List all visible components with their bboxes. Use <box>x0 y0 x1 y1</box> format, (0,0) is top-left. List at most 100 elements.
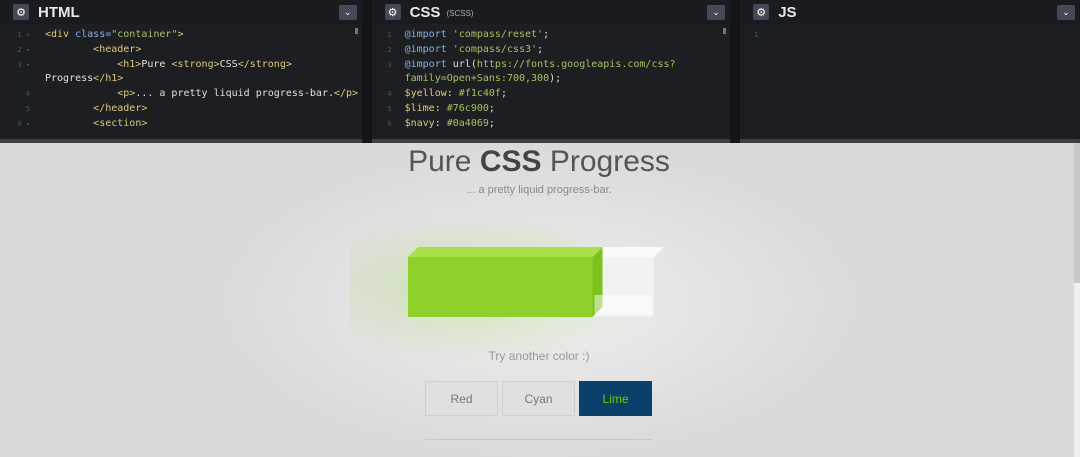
code-text: <div class="container"> <box>45 28 184 43</box>
code-text: Progress</h1> <box>45 72 123 87</box>
code-token: </h1> <box>93 73 124 85</box>
code-text: @import url(https://fonts.googleapis.com… <box>405 58 676 73</box>
color-buttons: Red Cyan Lime <box>425 381 656 416</box>
line-number: 1 <box>753 31 759 39</box>
gear-icon[interactable]: ⚙ <box>13 4 29 20</box>
code-text: <section> <box>45 117 147 132</box>
line-number: 4 <box>25 90 30 99</box>
code-line[interactable]: 6 $navy: #0a4069; <box>372 117 731 132</box>
code-token: @import <box>404 29 453 40</box>
title-light: Pure <box>408 145 480 178</box>
code-text: $lime: #76c900; <box>405 102 495 117</box>
code-token: 'compass/reset' <box>452 29 544 40</box>
code-text: <header> <box>45 43 141 58</box>
line-number: 3 ▾ <box>17 60 30 69</box>
preview-area: Pure CSS Progress ... a pretty liquid pr… <box>0 143 1080 457</box>
js-code[interactable]: 1 <box>740 28 1080 139</box>
code-token: <p> <box>117 88 136 100</box>
code-line[interactable]: 2 ▾ <header> <box>0 43 362 58</box>
code-token: "container" <box>111 29 178 40</box>
code-line[interactable]: 3 @import url(https://fonts.googleapis.co… <box>372 58 731 73</box>
code-token: </header> <box>93 102 148 114</box>
line-number: 1 ▾ <box>17 31 30 39</box>
code-token: 'compass/css3' <box>452 43 538 55</box>
html-scrollbar[interactable] <box>354 28 358 34</box>
code-line[interactable]: 6 ▾ <section> <box>0 117 362 132</box>
progress-fill-top <box>408 247 603 257</box>
html-pane-header: ⚙ HTML <box>0 0 362 24</box>
code-token: @import <box>404 58 453 70</box>
progress-fill-front <box>408 257 593 317</box>
progress-empty-highlight <box>594 295 652 315</box>
code-token: <section> <box>93 117 148 129</box>
code-line[interactable]: 4 $yellow: #f1c40f; <box>372 87 731 102</box>
code-line[interactable]: Progress</h1> <box>0 72 362 87</box>
code-line[interactable]: 1 ▾ <div class="container"> <box>0 28 362 43</box>
code-token: $yellow <box>404 88 447 100</box>
css-pane-subtitle: (SCSS) <box>446 8 474 18</box>
code-token: url( <box>452 58 477 70</box>
chevron-down-icon[interactable]: ⌄ <box>338 5 357 20</box>
code-line[interactable]: 1 <box>740 28 1080 43</box>
code-text: $navy: #0a4069; <box>405 117 495 132</box>
chevron-down-icon[interactable]: ⌄ <box>707 5 726 20</box>
line-number: 5 <box>25 104 30 113</box>
code-token: ; <box>500 88 507 100</box>
title-light-end: Progress <box>541 145 670 178</box>
code-text: family=Open+Sans:700,300); <box>405 72 562 87</box>
css-scrollbar[interactable] <box>723 28 727 34</box>
color-button-red[interactable]: Red <box>425 381 498 416</box>
code-line[interactable]: 5 $lime: #76c900; <box>372 102 731 117</box>
js-pane-title: JS <box>778 3 797 21</box>
code-token: #0a4069 <box>446 117 489 129</box>
html-editor-pane[interactable]: ⚙ HTML ⌄ 1 ▾ <div class="container"> 2 ▾ <… <box>0 0 362 143</box>
code-token: $navy <box>404 117 435 129</box>
code-line[interactable]: 4 <p>... a pretty liquid progress-bar.</… <box>0 87 362 102</box>
code-token: ... a pretty liquid progress-bar. <box>135 88 334 100</box>
gear-icon[interactable]: ⚙ <box>753 4 770 20</box>
html-pane-title: HTML <box>38 3 80 21</box>
code-token: <strong> <box>171 58 220 70</box>
code-token: <header> <box>93 43 142 55</box>
code-line[interactable]: 5 </header> <box>0 102 362 117</box>
css-code[interactable]: 1 @import 'compass/reset'; 2 @import 'compa… <box>372 28 731 139</box>
title-bold: CSS <box>479 145 542 178</box>
code-token: family=Open+Sans:700,300 <box>404 73 550 85</box>
code-text: @import 'compass/reset'; <box>405 28 550 43</box>
code-line[interactable]: 1 @import 'compass/reset'; <box>372 28 731 43</box>
page-title: Pure CSS Progress <box>0 145 1078 179</box>
line-number: 1 <box>387 31 392 39</box>
code-line[interactable]: 2 @import 'compass/css3'; <box>372 43 731 58</box>
line-number: 2 <box>387 45 392 54</box>
html-code[interactable]: 1 ▾ <div class="container"> 2 ▾ <header> 3 … <box>0 28 362 139</box>
code-token: ; <box>537 43 544 55</box>
code-token: <h1> <box>117 58 142 70</box>
progress-empty-top <box>592 247 664 257</box>
code-text: @import 'compass/css3'; <box>405 43 544 58</box>
preview-scrollbar[interactable] <box>1074 143 1080 457</box>
scrollbar-thumb[interactable] <box>1074 143 1080 283</box>
code-token: <div <box>45 29 76 40</box>
color-button-cyan[interactable]: Cyan <box>502 381 575 416</box>
code-token: #76c900 <box>446 102 489 114</box>
line-number: 3 <box>387 60 392 69</box>
code-line[interactable]: family=Open+Sans:700,300); <box>372 72 731 87</box>
chevron-down-icon[interactable]: ⌄ <box>1057 5 1075 20</box>
line-number: 6 ▾ <box>17 119 30 128</box>
gear-icon[interactable]: ⚙ <box>384 4 401 20</box>
code-token: Pure <box>141 58 172 70</box>
color-button-lime[interactable]: Lime <box>579 381 652 416</box>
js-editor-pane[interactable]: ⚙ JS ⌄ 1 <box>740 0 1080 143</box>
code-token: ; <box>488 102 495 114</box>
code-token: </p> <box>334 88 359 100</box>
try-color-text: Try another color :) <box>488 349 590 363</box>
css-editor-pane[interactable]: ⚙ CSS (SCSS) ⌄ 1 @import 'compass/reset';… <box>371 0 731 143</box>
code-line[interactable]: 3 ▾ <h1>Pure <strong>CSS</strong> <box>0 58 362 73</box>
code-token: CSS <box>219 58 238 70</box>
js-pane-header: ⚙ JS <box>740 0 1080 24</box>
code-text: $yellow: #f1c40f; <box>405 87 507 102</box>
